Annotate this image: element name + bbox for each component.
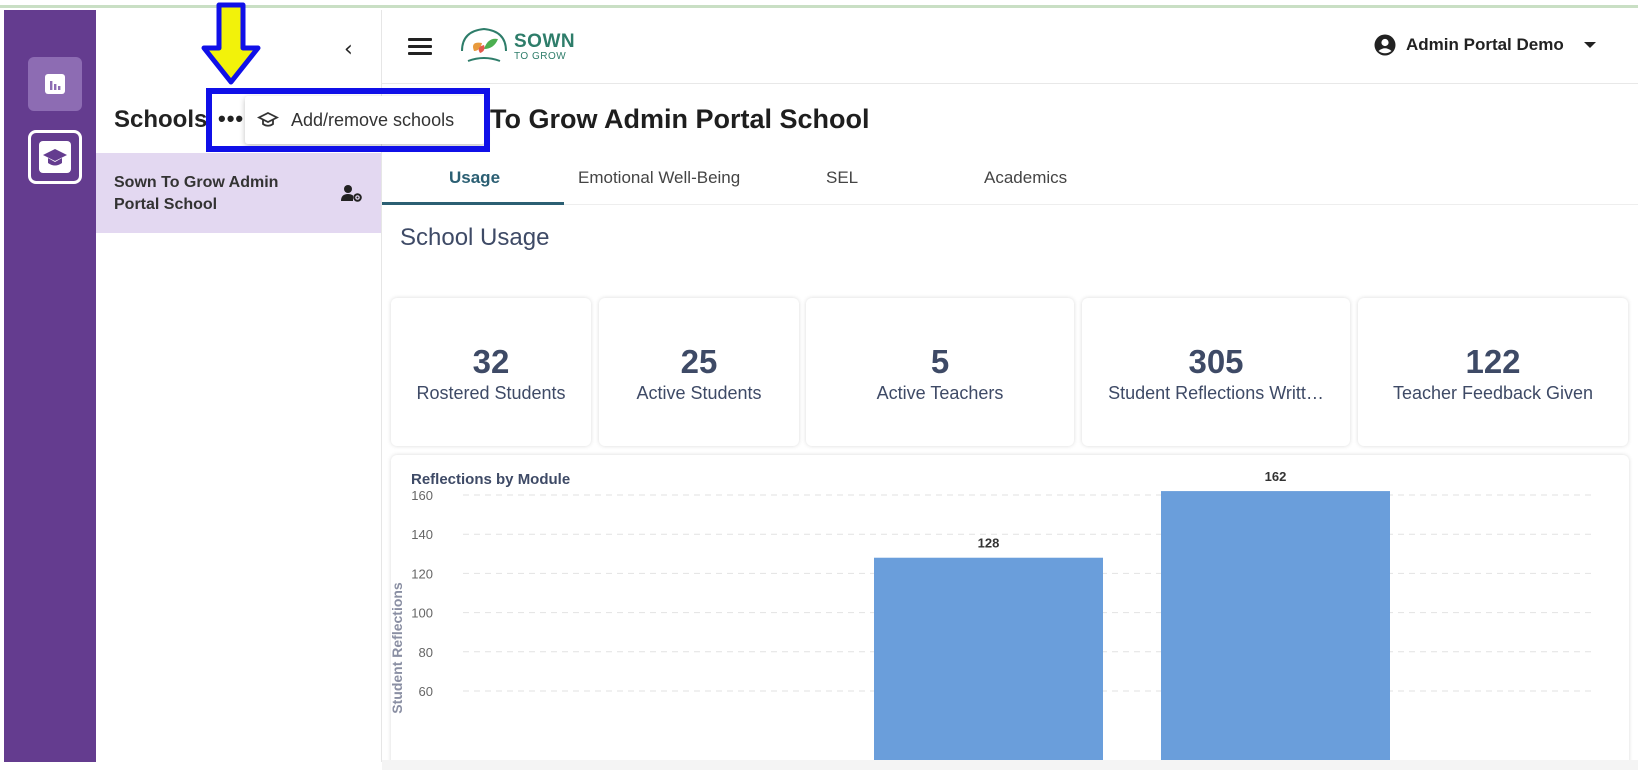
y-tick-label: 140 — [411, 527, 433, 542]
tab-usage[interactable]: Usage — [449, 168, 500, 188]
stat-value: 305 — [1188, 343, 1244, 380]
y-tick-label: 60 — [419, 684, 433, 699]
y-tick-label: 80 — [419, 645, 433, 660]
menu-toggle-icon[interactable] — [408, 38, 432, 56]
graduation-cap-icon — [39, 141, 71, 173]
account-menu[interactable]: Admin Portal Demo — [1374, 34, 1596, 56]
stat-label: Active Students — [636, 383, 762, 403]
active-tab-indicator — [382, 202, 564, 205]
account-circle-icon — [1374, 34, 1396, 56]
reflections-bar-chart: 60 80 100 120 140 160 Student Reflections 128 16… — [391, 469, 1591, 770]
stat-card: 32 Rostered Students — [391, 298, 591, 446]
manage-user-icon[interactable] — [341, 183, 363, 203]
bar-value-label: 162 — [1265, 469, 1287, 484]
annotation-highlight-box — [206, 88, 490, 152]
stat-card: 5 Active Teachers — [806, 298, 1074, 446]
bar-value-label: 128 — [978, 536, 1000, 551]
tab-bar: Usage Emotional Well-Being SEL Academics — [382, 150, 1638, 205]
reflections-chart-card: Reflections by Module 60 80 100 120 140 160 St… — [391, 455, 1629, 770]
bar — [1161, 491, 1390, 770]
school-item-label: Sown To Grow Admin Portal School — [114, 174, 279, 213]
page-title: To Grow Admin Portal School — [490, 104, 870, 134]
collapse-panel-button[interactable]: ‹ — [344, 38, 368, 62]
logo-subtext: TO GROW — [514, 51, 567, 62]
section-title: School Usage — [400, 224, 550, 251]
stat-value: 25 — [680, 343, 718, 380]
sown-to-grow-logo — [461, 27, 507, 62]
y-tick-label: 120 — [411, 566, 433, 581]
tab-academics[interactable]: Academics — [984, 168, 1067, 188]
account-name: Admin Portal Demo — [1406, 35, 1564, 54]
stat-card: 25 Active Students — [599, 298, 799, 446]
stat-label: Rostered Students — [416, 383, 566, 403]
stat-value: 122 — [1465, 343, 1521, 380]
annotation-down-arrow-icon — [201, 2, 261, 85]
stat-card: 122 Teacher Feedback Given — [1358, 298, 1628, 446]
stat-label: Student Reflections Writt… — [1108, 383, 1324, 403]
stat-card: 305 Student Reflections Writt… — [1082, 298, 1350, 446]
bar-chart-icon — [45, 74, 65, 94]
rail-schools-button[interactable] — [28, 130, 82, 184]
stat-value: 5 — [930, 343, 950, 380]
top-header: SOWN TO GROW Admin Portal Demo — [382, 10, 1638, 84]
app-rail — [4, 10, 96, 762]
y-tick-label: 100 — [411, 606, 433, 621]
stat-value: 32 — [472, 343, 510, 380]
logo-text: SOWN — [514, 31, 576, 52]
panel-title: Schools — [114, 106, 208, 133]
school-list-item[interactable]: Sown To Grow Admin Portal School — [96, 153, 381, 233]
tab-sel[interactable]: SEL — [826, 168, 858, 188]
y-axis-label: Student Reflections — [391, 582, 405, 714]
y-tick-label: 160 — [411, 488, 433, 503]
bottom-edge — [382, 760, 1638, 770]
rail-usage-button[interactable] — [28, 57, 82, 111]
chevron-down-icon — [1583, 42, 1596, 48]
tab-emotional-well-being[interactable]: Emotional Well-Being — [578, 168, 740, 188]
bar — [874, 557, 1103, 770]
stat-label: Teacher Feedback Given — [1392, 383, 1594, 403]
stat-label: Active Teachers — [876, 383, 1004, 403]
